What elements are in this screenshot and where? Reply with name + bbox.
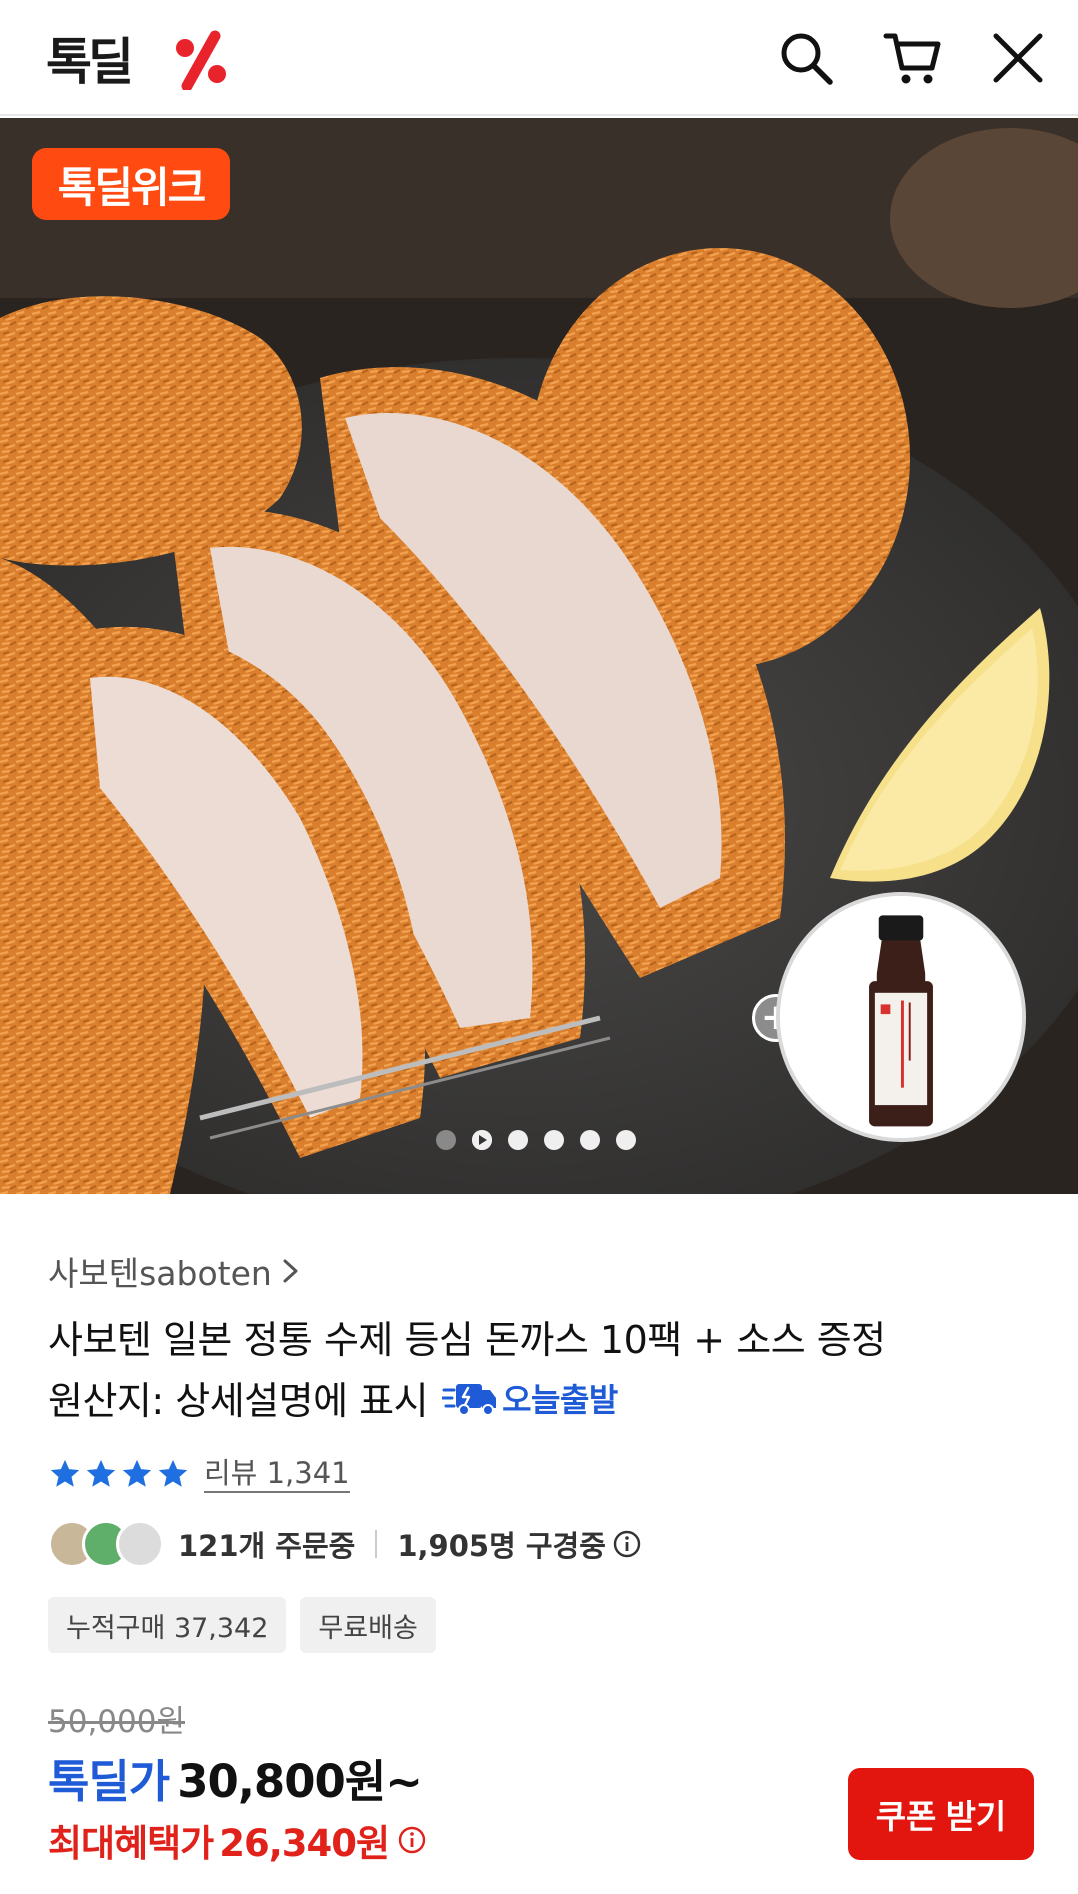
cart-icon[interactable] xyxy=(882,28,942,88)
close-icon[interactable] xyxy=(988,28,1048,88)
original-price: 50,000원 xyxy=(48,1704,185,1740)
product-title: 사보텐 일본 정통 수제 등심 돈까스 10팩 + 소스 증정 xyxy=(48,1318,886,1362)
origin-text: 원산지: 상세설명에 표시 xyxy=(48,1379,429,1423)
talkdeal-week-badge: 톡딜위크 xyxy=(32,148,230,220)
origin-line: 원산지: 상세설명에 표시 오늘출발 xyxy=(48,1370,618,1425)
carousel-dot[interactable] xyxy=(616,1130,636,1150)
today-shipping-badge: 오늘출발 xyxy=(442,1375,618,1421)
sauce-gift-thumbnail xyxy=(776,892,1026,1142)
deal-price-label: 톡딜가 xyxy=(48,1755,170,1808)
max-benefit-line: 최대혜택가 26,340원 xyxy=(48,1813,427,1867)
brand-name: 사보텐saboten xyxy=(48,1254,272,1293)
info-icon[interactable] xyxy=(397,1825,427,1855)
deal-price: 30,800원~ xyxy=(177,1755,423,1808)
play-icon xyxy=(472,1130,492,1150)
today-shipping-label: 오늘출발 xyxy=(502,1380,618,1419)
star-icon xyxy=(122,1459,152,1487)
get-coupon-button[interactable]: 쿠폰 받기 xyxy=(848,1768,1034,1860)
rating-row: 리뷰 1,341 xyxy=(48,1455,350,1493)
star-icon xyxy=(86,1459,116,1487)
feature-chips: 누적구매 37,342 무료배송 xyxy=(48,1597,436,1653)
carousel-dot[interactable] xyxy=(544,1130,564,1150)
avatar xyxy=(116,1520,164,1568)
search-icon[interactable] xyxy=(776,28,836,88)
star-icon xyxy=(50,1459,80,1487)
carousel-dot[interactable] xyxy=(436,1130,456,1150)
brand-link[interactable]: 사보텐saboten xyxy=(48,1247,302,1295)
sauce-bottle-image xyxy=(780,896,1022,1138)
talkdeal-logo[interactable]: 톡딜 xyxy=(46,28,226,91)
buyer-avatars xyxy=(48,1520,164,1568)
star-icon xyxy=(158,1459,188,1487)
delivery-truck-icon xyxy=(442,1383,497,1416)
logo-text: 톡딜 xyxy=(46,33,134,91)
deal-price-line: 톡딜가 30,800원~ xyxy=(48,1745,423,1810)
product-image-carousel[interactable]: 톡딜위크 + xyxy=(0,118,1078,1194)
cumulative-purchase-chip: 누적구매 37,342 xyxy=(48,1597,287,1653)
browsing-count: 1,905명 구경중 xyxy=(397,1529,606,1563)
carousel-dot[interactable] xyxy=(508,1130,528,1150)
social-proof-row: 121개 주문중 1,905명 구경중 xyxy=(48,1520,642,1568)
max-benefit-price: 26,340원 xyxy=(219,1822,390,1865)
carousel-dot[interactable] xyxy=(580,1130,600,1150)
top-header: 톡딜 xyxy=(0,0,1078,116)
free-shipping-chip: 무료배송 xyxy=(300,1597,436,1653)
review-count-link[interactable]: 리뷰 1,341 xyxy=(204,1455,350,1493)
percent-logo-icon xyxy=(176,30,226,90)
carousel-dot-video[interactable] xyxy=(472,1130,492,1150)
chevron-right-icon xyxy=(283,1259,298,1283)
carousel-indicator xyxy=(436,1130,636,1150)
divider xyxy=(375,1530,378,1558)
info-icon[interactable] xyxy=(612,1529,642,1559)
ordering-count: 121개 주문중 xyxy=(178,1529,356,1563)
max-benefit-label: 최대혜택가 xyxy=(48,1822,214,1865)
star-rating xyxy=(48,1457,190,1491)
